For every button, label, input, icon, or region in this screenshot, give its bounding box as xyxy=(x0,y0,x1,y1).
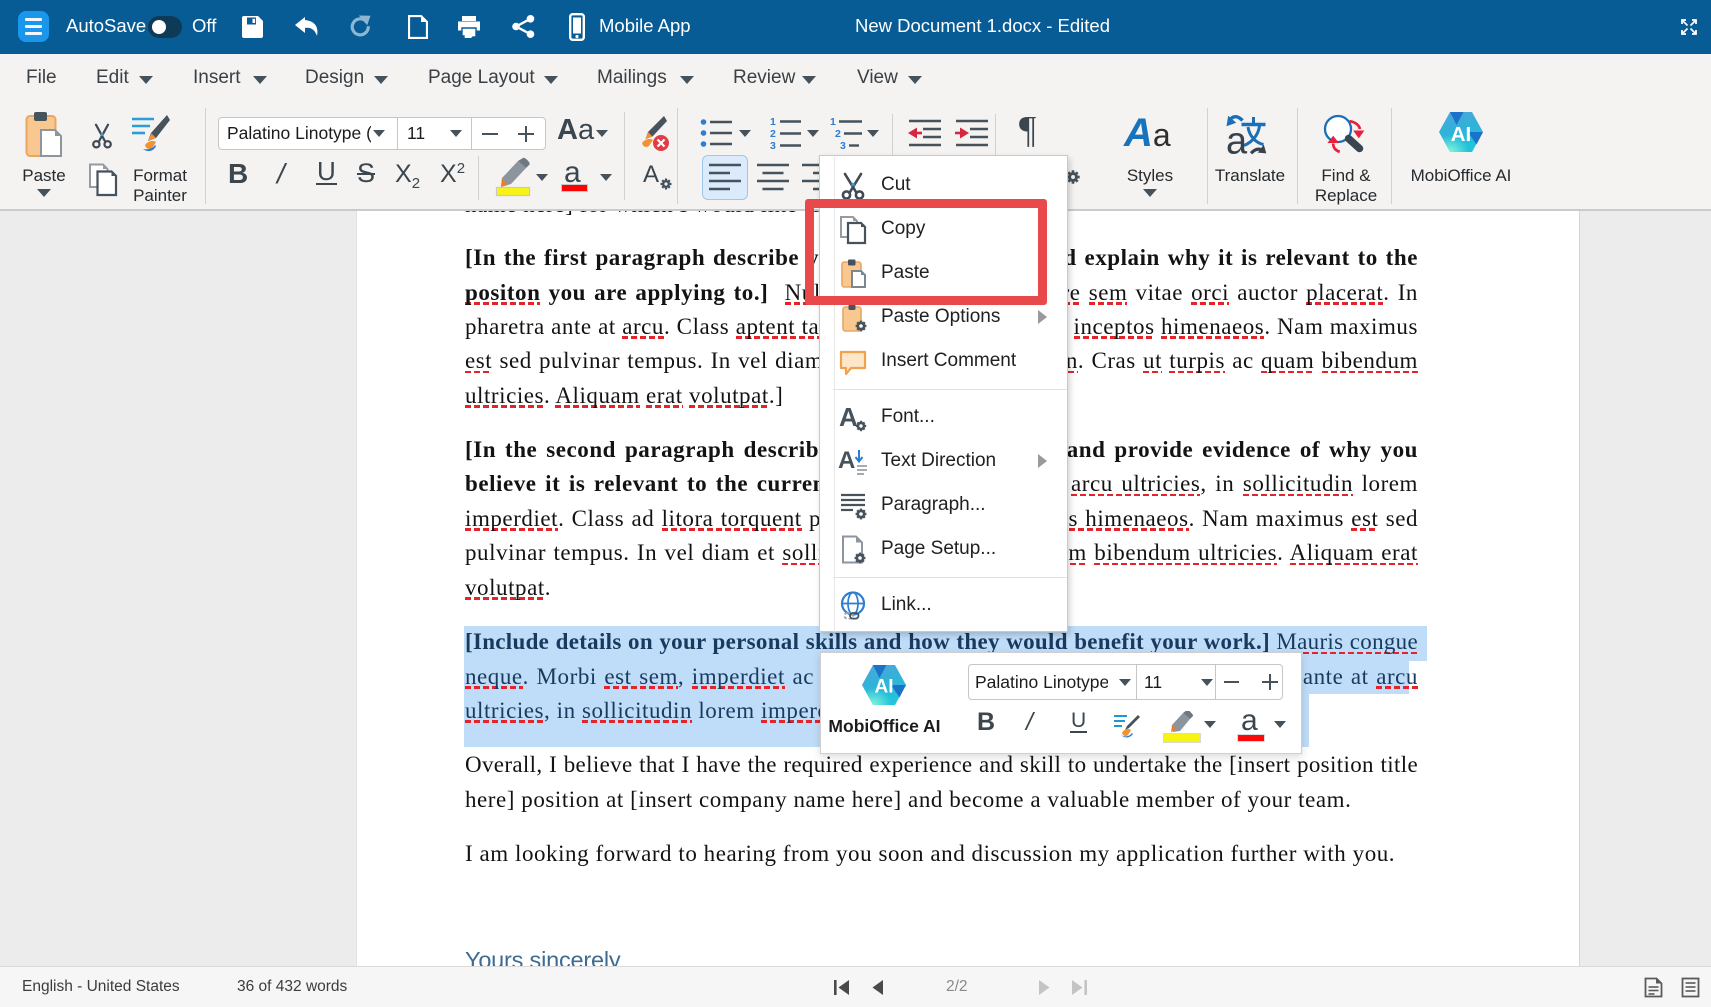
svg-text:1: 1 xyxy=(770,116,776,128)
svg-text:3: 3 xyxy=(770,140,776,150)
svg-text:AI: AI xyxy=(875,677,894,698)
svg-text:A: A xyxy=(838,447,855,474)
svg-text:a: a xyxy=(1226,121,1248,159)
svg-text:AI: AI xyxy=(1451,123,1472,146)
svg-text:1: 1 xyxy=(830,116,836,128)
svg-text:A: A xyxy=(839,402,858,432)
svg-text:2: 2 xyxy=(770,128,776,140)
svg-text:3: 3 xyxy=(840,140,846,150)
svg-text:2: 2 xyxy=(835,128,841,140)
